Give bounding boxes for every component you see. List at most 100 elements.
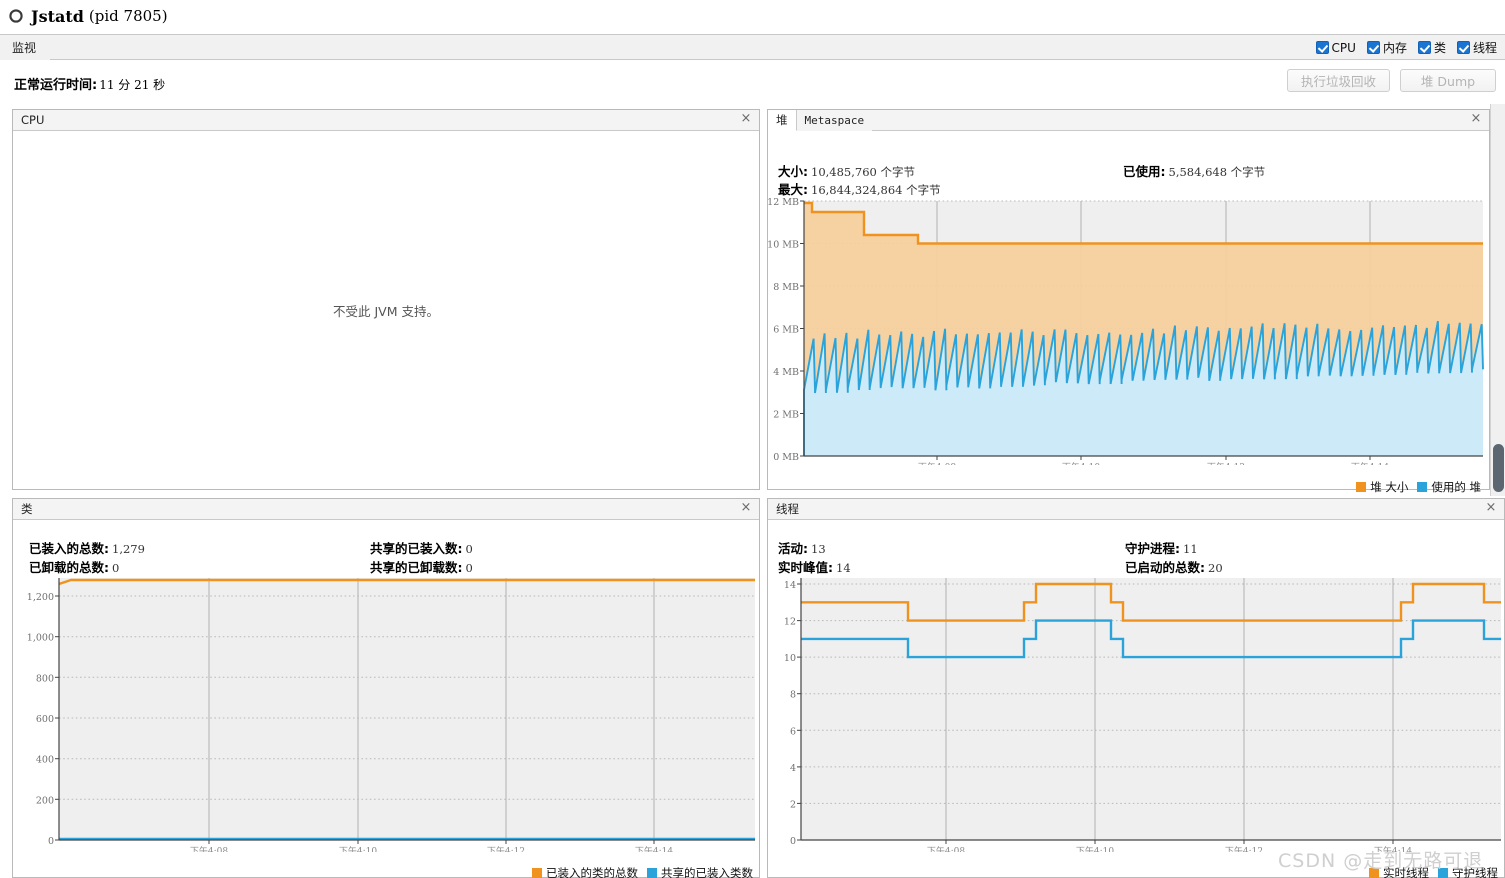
cpu-unsupported-message: 不受此 JVM 支持。	[333, 303, 439, 319]
heap-panel: 堆 Metaspace × 大小: 10,485,760 个字节 最大: 16,84…	[767, 109, 1490, 494]
legend-swatch-orange-icon	[1369, 868, 1379, 878]
legend-live-threads: 实时线程	[1369, 865, 1429, 878]
svg-text:2: 2	[790, 799, 796, 810]
threads-daemon-stat: 守护进程: 11	[1125, 538, 1198, 557]
legend-classes-shared-label: 共享的已装入类数	[661, 866, 753, 878]
tab-bar: 监视 CPU 内存 类 线程	[0, 34, 1505, 60]
classes-chart-svg: 1,200 1,000 800 600 400 200 0 下午4:08 下午4…	[27, 578, 755, 852]
threads-chart: 14 12 10 8 6 4 2 0 下午4:08 下午4:10 下午4:12 …	[768, 572, 1505, 852]
close-icon[interactable]: ×	[739, 112, 753, 126]
threads-live-stat: 活动: 13	[778, 538, 826, 557]
legend-classes-shared: 共享的已装入类数	[647, 865, 753, 878]
svg-text:下午4:08: 下午4:08	[918, 461, 956, 465]
svg-text:下午4:10: 下午4:10	[1062, 461, 1100, 465]
tab-heap[interactable]: 堆	[768, 109, 797, 131]
svg-text:下午4:12: 下午4:12	[487, 845, 525, 852]
vertical-scrollbar[interactable]	[1490, 104, 1505, 496]
svg-text:4 MB: 4 MB	[773, 367, 799, 378]
cpu-panel-title: CPU	[21, 113, 45, 127]
checkbox-memory-box[interactable]	[1366, 41, 1380, 54]
checkbox-classes[interactable]: 类	[1417, 39, 1446, 56]
checkbox-classes-box[interactable]	[1417, 41, 1431, 54]
uptime-row: 正常运行时间: 11 分 21 秒	[14, 74, 165, 93]
uptime-value: 11 分 21 秒	[99, 78, 166, 92]
legend-swatch-orange-icon	[532, 868, 542, 878]
classes-shared-loaded-label: 共享的已装入数:	[370, 541, 463, 556]
threads-panel-title: 线程	[776, 502, 799, 516]
svg-text:6 MB: 6 MB	[773, 325, 799, 336]
svg-text:下午4:14: 下午4:14	[635, 845, 673, 852]
heap-chart-legend: 堆 大小 使用的 堆	[1356, 479, 1481, 495]
threads-panel: 线程 × 活动:13 实时峰值:14 守护进程:11 已启动的总数:20	[767, 498, 1505, 878]
threads-daemon-label: 守护进程:	[1125, 541, 1180, 556]
close-icon[interactable]: ×	[1469, 112, 1483, 126]
svg-text:2 MB: 2 MB	[773, 410, 799, 421]
uptime-label: 正常运行时间:	[14, 78, 98, 93]
process-id-label: (pid 7805)	[88, 7, 168, 25]
legend-swatch-blue-icon	[647, 868, 657, 878]
tab-metaspace[interactable]: Metaspace	[796, 109, 873, 131]
svg-text:6: 6	[790, 726, 796, 737]
heap-used-value: 5,584,648 个字节	[1168, 165, 1266, 179]
legend-heap-used: 使用的 堆	[1417, 479, 1481, 495]
svg-text:0: 0	[790, 836, 796, 847]
tab-metaspace-label: Metaspace	[804, 113, 865, 127]
legend-heap-size: 堆 大小	[1356, 479, 1408, 495]
classes-loaded-total-value: 1,279	[112, 542, 145, 556]
legend-daemon-threads-label: 守护线程	[1452, 866, 1498, 878]
classes-panel-header: 类 ×	[13, 499, 759, 520]
checkbox-threads[interactable]: 线程	[1456, 39, 1497, 56]
svg-text:10: 10	[784, 653, 796, 664]
heap-dump-button[interactable]: 堆 Dump	[1400, 69, 1496, 92]
svg-text:下午4:10: 下午4:10	[339, 845, 377, 852]
svg-text:200: 200	[36, 795, 54, 806]
metric-checkbox-group: CPU 内存 类 线程	[1315, 35, 1497, 60]
svg-text:10 MB: 10 MB	[768, 240, 799, 251]
heap-used-stat: 已使用: 5,584,648 个字节	[1123, 161, 1265, 180]
scrollbar-thumb[interactable]	[1493, 444, 1504, 492]
action-button-group: 执行垃圾回收 堆 Dump	[1286, 69, 1496, 92]
uptime-toolbar: 正常运行时间: 11 分 21 秒	[0, 61, 1505, 105]
heap-size-label: 大小:	[778, 164, 808, 179]
svg-text:4: 4	[790, 763, 796, 774]
checkbox-classes-label: 类	[1433, 41, 1446, 55]
classes-loaded-total-stat: 已装入的总数: 1,279	[29, 538, 145, 557]
classes-panel-body: 已装入的总数: 1,279 已卸载的总数: 0 共享的已装入数: 0 共享的已卸载数:…	[13, 520, 761, 878]
checkbox-cpu[interactable]: CPU	[1315, 41, 1356, 55]
legend-heap-size-label: 堆 大小	[1370, 480, 1409, 494]
svg-text:下午4:08: 下午4:08	[190, 845, 228, 852]
svg-text:8: 8	[790, 690, 796, 701]
classes-chart: 1,200 1,000 800 600 400 200 0 下午4:08 下午4…	[13, 572, 761, 852]
svg-text:14: 14	[784, 580, 796, 591]
svg-text:0: 0	[48, 836, 54, 847]
svg-text:8 MB: 8 MB	[773, 282, 799, 293]
close-icon[interactable]: ×	[739, 501, 753, 515]
legend-classes-loaded: 已装入的类的总数	[532, 865, 638, 878]
svg-text:下午4:12: 下午4:12	[1225, 845, 1263, 852]
checkbox-threads-label: 线程	[1472, 41, 1497, 55]
legend-classes-loaded-label: 已装入的类的总数	[546, 866, 638, 878]
legend-daemon-threads: 守护线程	[1438, 865, 1498, 878]
threads-live-label: 活动:	[778, 541, 808, 556]
heap-panel-body: 大小: 10,485,760 个字节 最大: 16,844,324,864 个字节 …	[768, 131, 1489, 494]
classes-panel: 类 × 已装入的总数: 1,279 已卸载的总数: 0 共享的已装入数: 0 共享的已…	[12, 498, 760, 878]
tab-monitor[interactable]: 监视	[0, 34, 51, 60]
cpu-panel-header: CPU ×	[13, 110, 759, 131]
checkbox-threads-box[interactable]	[1456, 41, 1470, 54]
classes-shared-loaded-stat: 共享的已装入数: 0	[370, 538, 473, 557]
legend-swatch-blue-icon	[1417, 482, 1428, 492]
threads-chart-svg: 14 12 10 8 6 4 2 0 下午4:08 下午4:10 下午4:12 …	[784, 578, 1501, 852]
checkbox-cpu-box[interactable]	[1315, 41, 1329, 54]
svg-text:下午4:14: 下午4:14	[1374, 845, 1412, 852]
close-icon[interactable]: ×	[1484, 501, 1498, 515]
tab-heap-label: 堆	[776, 112, 788, 127]
perform-gc-button[interactable]: 执行垃圾回收	[1286, 69, 1390, 92]
svg-text:400: 400	[36, 755, 54, 766]
checkbox-memory[interactable]: 内存	[1366, 39, 1407, 56]
legend-swatch-blue-icon	[1438, 868, 1448, 878]
cpu-panel: CPU × 不受此 JVM 支持。	[12, 109, 760, 490]
svg-text:下午4:12: 下午4:12	[1207, 461, 1245, 465]
tab-monitor-label: 监视	[12, 40, 37, 55]
heap-panel-header: 堆 Metaspace ×	[768, 109, 1489, 131]
threads-panel-body: 活动: 13 实时峰值: 14 守护进程: 11 已启动的总数: 20 14 1…	[768, 520, 1505, 878]
